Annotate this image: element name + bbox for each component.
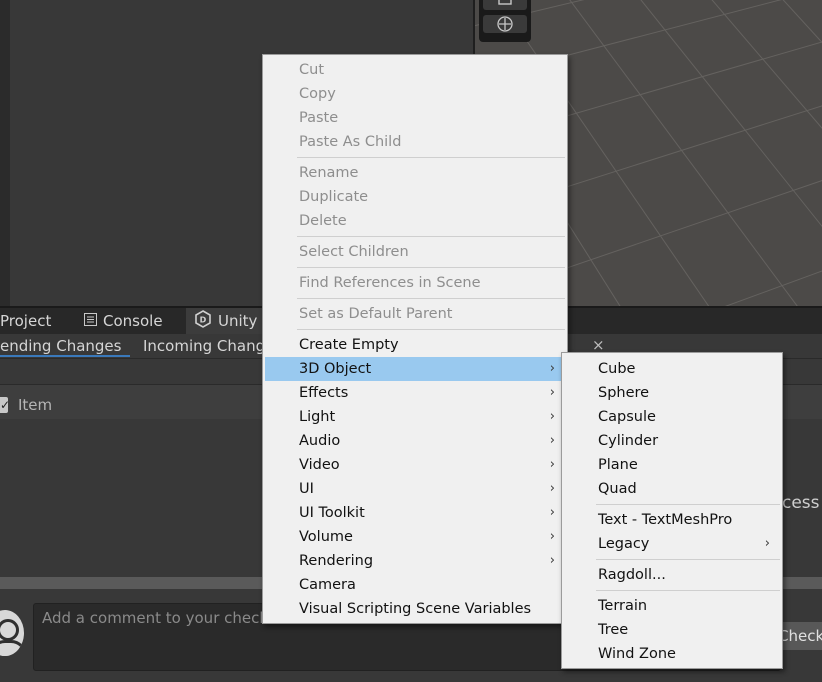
submenu-item-cube[interactable]: Cube bbox=[564, 357, 780, 381]
menu-item-volume-label: Volume bbox=[299, 529, 353, 545]
rect-tool-button[interactable] bbox=[483, 0, 527, 10]
submenu-arrow-icon: › bbox=[549, 505, 555, 520]
menu-item-3d-object-label: 3D Object bbox=[299, 361, 372, 377]
submenu-arrow-icon: › bbox=[549, 409, 555, 424]
menu-item-effects-label: Effects bbox=[299, 385, 349, 401]
select-all-checkbox[interactable]: ✓ bbox=[0, 397, 8, 413]
submenu-item-cylinder[interactable]: Cylinder bbox=[564, 429, 780, 453]
submenu-arrow-icon: › bbox=[549, 529, 555, 544]
menu-item-ui-label: UI bbox=[299, 481, 314, 497]
scene-tool-panel bbox=[479, 0, 531, 42]
tab-project[interactable]: Project bbox=[0, 308, 51, 334]
submenu-arrow-icon: › bbox=[549, 385, 555, 400]
tab-console[interactable]: Console bbox=[84, 308, 163, 334]
menu-separator bbox=[297, 267, 565, 268]
menu-item-rendering[interactable]: Rendering › bbox=[265, 549, 565, 573]
menu-item-delete[interactable]: Delete bbox=[265, 209, 565, 233]
svg-text:D: D bbox=[200, 316, 207, 325]
menu-item-volume[interactable]: Volume › bbox=[265, 525, 565, 549]
submenu-item-capsule[interactable]: Capsule bbox=[564, 405, 780, 429]
3d-object-submenu: Cube Sphere Capsule Cylinder Plane Quad … bbox=[561, 352, 783, 669]
unity-devops-icon: D bbox=[194, 310, 212, 332]
menu-item-ui[interactable]: UI › bbox=[265, 477, 565, 501]
menu-separator bbox=[297, 298, 565, 299]
menu-item-copy[interactable]: Copy bbox=[265, 82, 565, 106]
menu-item-3d-object[interactable]: 3D Object › bbox=[265, 357, 565, 381]
menu-item-rendering-label: Rendering bbox=[299, 553, 374, 569]
submenu-item-tree[interactable]: Tree bbox=[564, 618, 780, 642]
menu-separator bbox=[596, 504, 780, 505]
transform-tool-icon bbox=[497, 16, 513, 32]
menu-item-set-default-parent[interactable]: Set as Default Parent bbox=[265, 302, 565, 326]
menu-item-video[interactable]: Video › bbox=[265, 453, 565, 477]
hierarchy-context-menu: Cut Copy Paste Paste As Child Rename Dup… bbox=[262, 54, 568, 624]
submenu-item-plane[interactable]: Plane bbox=[564, 453, 780, 477]
menu-item-ui-toolkit-label: UI Toolkit bbox=[299, 505, 365, 521]
menu-item-audio[interactable]: Audio › bbox=[265, 429, 565, 453]
subtab-pending-changes[interactable]: ending Changes bbox=[0, 337, 121, 355]
submenu-arrow-icon: › bbox=[549, 361, 555, 376]
menu-item-duplicate[interactable]: Duplicate bbox=[265, 185, 565, 209]
submenu-item-legacy[interactable]: Legacy › bbox=[564, 532, 780, 556]
status-message: cess bbox=[782, 493, 820, 513]
item-column-header[interactable]: Item bbox=[18, 396, 52, 414]
submenu-item-terrain[interactable]: Terrain bbox=[564, 594, 780, 618]
menu-item-rename[interactable]: Rename bbox=[265, 161, 565, 185]
submenu-item-sphere[interactable]: Sphere bbox=[564, 381, 780, 405]
menu-item-cut[interactable]: Cut bbox=[265, 58, 565, 82]
tab-project-label: Project bbox=[0, 312, 52, 330]
submenu-item-legacy-label: Legacy bbox=[598, 536, 650, 552]
submenu-item-quad[interactable]: Quad bbox=[564, 477, 780, 501]
submenu-arrow-icon: › bbox=[549, 553, 555, 568]
menu-separator bbox=[297, 157, 565, 158]
checkin-comment-placeholder: Add a comment to your check- bbox=[42, 609, 274, 627]
submenu-arrow-icon: › bbox=[764, 536, 770, 551]
tab-console-label: Console bbox=[103, 312, 163, 330]
menu-item-paste[interactable]: Paste bbox=[265, 106, 565, 130]
menu-item-visual-scripting-scene-variables[interactable]: Visual Scripting Scene Variables bbox=[265, 597, 565, 621]
menu-separator bbox=[596, 559, 780, 560]
menu-item-light-label: Light bbox=[299, 409, 336, 425]
submenu-arrow-icon: › bbox=[549, 433, 555, 448]
menu-item-ui-toolkit[interactable]: UI Toolkit › bbox=[265, 501, 565, 525]
menu-item-video-label: Video bbox=[299, 457, 340, 473]
menu-item-select-children[interactable]: Select Children bbox=[265, 240, 565, 264]
menu-item-create-empty[interactable]: Create Empty bbox=[265, 333, 565, 357]
left-edge-panel bbox=[0, 0, 10, 307]
menu-item-paste-as-child[interactable]: Paste As Child bbox=[265, 130, 565, 154]
submenu-arrow-icon: › bbox=[549, 481, 555, 496]
submenu-item-wind-zone[interactable]: Wind Zone bbox=[564, 642, 780, 666]
menu-separator bbox=[297, 329, 565, 330]
menu-separator bbox=[297, 236, 565, 237]
menu-item-light[interactable]: Light › bbox=[265, 405, 565, 429]
submenu-item-ragdoll[interactable]: Ragdoll... bbox=[564, 563, 780, 587]
transform-tool-button[interactable] bbox=[483, 15, 527, 33]
menu-separator bbox=[596, 590, 780, 591]
submenu-arrow-icon: › bbox=[549, 457, 555, 472]
menu-item-find-references[interactable]: Find References in Scene bbox=[265, 271, 565, 295]
menu-item-audio-label: Audio bbox=[299, 433, 341, 449]
active-subtab-underline bbox=[0, 355, 130, 357]
subtab-incoming-changes[interactable]: Incoming Change bbox=[143, 337, 274, 355]
rect-tool-icon bbox=[498, 0, 512, 5]
console-icon bbox=[84, 312, 97, 330]
submenu-item-text-meshpro[interactable]: Text - TextMeshPro bbox=[564, 508, 780, 532]
tab-unity-label: Unity bbox=[218, 312, 258, 330]
tab-unity[interactable]: D Unity bbox=[186, 308, 268, 334]
menu-item-effects[interactable]: Effects › bbox=[265, 381, 565, 405]
menu-item-camera[interactable]: Camera bbox=[265, 573, 565, 597]
